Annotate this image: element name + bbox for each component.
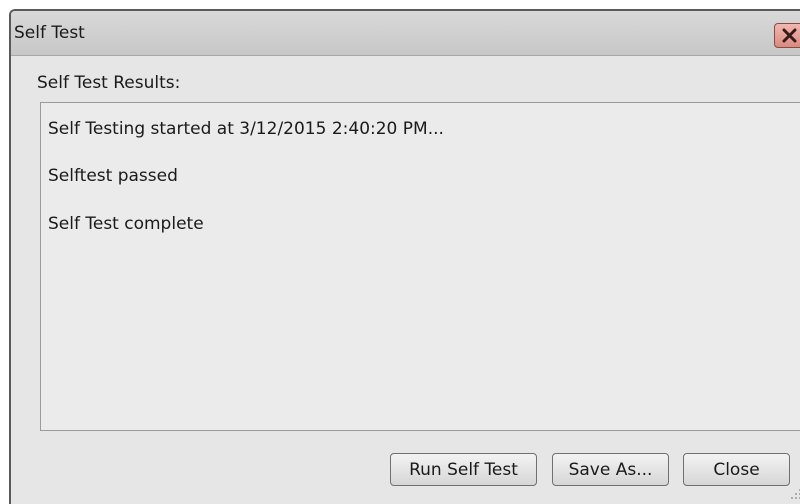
result-line: Selftest passed [48,166,178,186]
title-bar[interactable]: Self Test [11,11,800,56]
self-test-dialog: Self Test Self Test Results: Self Testin… [9,9,800,504]
result-line: Self Test complete [48,214,204,234]
results-textbox[interactable]: Self Testing started at 3/12/2015 2:40:2… [40,102,800,431]
results-label: Self Test Results: [37,73,181,93]
window-title: Self Test [14,23,85,43]
save-as-button[interactable]: Save As... [552,453,669,486]
run-self-test-button[interactable]: Run Self Test [390,453,537,486]
result-line: Self Testing started at 3/12/2015 2:40:2… [48,119,444,139]
close-icon [782,28,797,43]
resize-grip-icon[interactable] [789,487,800,501]
close-button[interactable]: Close [683,453,790,486]
window-close-button[interactable] [774,23,800,48]
